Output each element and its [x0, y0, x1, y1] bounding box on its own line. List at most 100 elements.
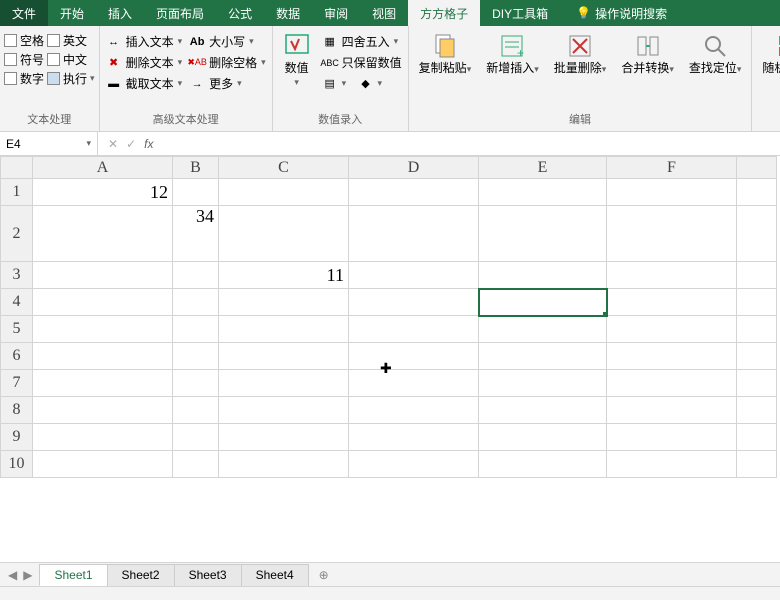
cell-E2[interactable]: [479, 206, 607, 262]
chk-english[interactable]: 英文: [47, 32, 95, 49]
cell-E8[interactable]: [479, 397, 607, 424]
cell-A10[interactable]: [33, 451, 173, 478]
btn-delete-text[interactable]: ✖删除文本▾: [104, 53, 185, 72]
cell-edge-8[interactable]: [737, 397, 777, 424]
tab-view[interactable]: 视图: [360, 0, 408, 26]
tab-review[interactable]: 审阅: [312, 0, 360, 26]
btn-case[interactable]: Ab大小写▾: [187, 32, 268, 51]
btn-misc[interactable]: ▤▾ ◆▾: [320, 74, 404, 92]
cell-E10[interactable]: [479, 451, 607, 478]
btn-insert-text[interactable]: ↔插入文本▾: [104, 32, 185, 51]
cell-C1[interactable]: [219, 179, 349, 206]
sheet-nav-prev-icon[interactable]: ◀: [8, 568, 17, 582]
btn-more[interactable]: →更多▾: [187, 74, 268, 93]
cell-C6[interactable]: [219, 343, 349, 370]
cell-A7[interactable]: [33, 370, 173, 397]
cell-C7[interactable]: [219, 370, 349, 397]
cell-C10[interactable]: [219, 451, 349, 478]
cell-D6[interactable]: [349, 343, 479, 370]
tab-insert[interactable]: 插入: [96, 0, 144, 26]
cell-A4[interactable]: [33, 289, 173, 316]
tab-start[interactable]: 开始: [48, 0, 96, 26]
cell-C5[interactable]: [219, 316, 349, 343]
chk-chinese[interactable]: 中文: [47, 51, 95, 68]
cell-B1[interactable]: [173, 179, 219, 206]
row-header-9[interactable]: 9: [1, 424, 33, 451]
cell-D1[interactable]: [349, 179, 479, 206]
cell-D3[interactable]: [349, 262, 479, 289]
cell-F4[interactable]: [607, 289, 737, 316]
cell-C4[interactable]: [219, 289, 349, 316]
cell-F8[interactable]: [607, 397, 737, 424]
cell-F9[interactable]: [607, 424, 737, 451]
btn-keep-num[interactable]: ABC只保留数值: [320, 53, 404, 72]
btn-batch-del[interactable]: 批量删除▾: [548, 28, 613, 80]
cell-A6[interactable]: [33, 343, 173, 370]
tell-me-search[interactable]: 💡 操作说明搜索: [568, 0, 675, 26]
row-header-7[interactable]: 7: [1, 370, 33, 397]
row-header-4[interactable]: 4: [1, 289, 33, 316]
cell-edge-7[interactable]: [737, 370, 777, 397]
btn-rand-repeat[interactable]: 随机重复▾: [756, 28, 780, 80]
cell-edge-9[interactable]: [737, 424, 777, 451]
cell-edge-5[interactable]: [737, 316, 777, 343]
row-header-8[interactable]: 8: [1, 397, 33, 424]
cancel-formula-icon[interactable]: ✕: [108, 137, 118, 151]
chk-symbol[interactable]: 符号: [4, 51, 44, 68]
cell-E9[interactable]: [479, 424, 607, 451]
cell-B9[interactable]: [173, 424, 219, 451]
btn-merge-conv[interactable]: 合并转换▾: [615, 28, 680, 80]
tab-formula[interactable]: 公式: [216, 0, 264, 26]
cell-E1[interactable]: [479, 179, 607, 206]
tab-fanggezi[interactable]: 方方格子: [408, 0, 480, 26]
cell-D9[interactable]: [349, 424, 479, 451]
accept-formula-icon[interactable]: ✓: [126, 137, 136, 151]
cell-C2[interactable]: [219, 206, 349, 262]
btn-find-pos[interactable]: 查找定位▾: [683, 28, 748, 80]
name-box-dropdown-icon[interactable]: ▾: [86, 138, 91, 149]
cell-A2[interactable]: [33, 206, 173, 262]
cell-D7[interactable]: [349, 370, 479, 397]
cell-D2[interactable]: [349, 206, 479, 262]
cell-D10[interactable]: [349, 451, 479, 478]
sheet-tab-sheet1[interactable]: Sheet1: [39, 564, 107, 586]
cell-E4[interactable]: [479, 289, 607, 316]
chk-execute[interactable]: 执行▾: [47, 70, 95, 87]
cell-F6[interactable]: [607, 343, 737, 370]
cell-B4[interactable]: [173, 289, 219, 316]
sheet-tab-sheet2[interactable]: Sheet2: [107, 564, 175, 586]
sheet-nav-next-icon[interactable]: ▶: [23, 568, 32, 582]
cell-D8[interactable]: [349, 397, 479, 424]
cell-C8[interactable]: [219, 397, 349, 424]
cell-E6[interactable]: [479, 343, 607, 370]
cell-D4[interactable]: [349, 289, 479, 316]
tab-file[interactable]: 文件: [0, 0, 48, 26]
cell-B8[interactable]: [173, 397, 219, 424]
row-header-2[interactable]: 2: [1, 206, 33, 262]
chk-space[interactable]: 空格: [4, 32, 44, 49]
sheet-tab-sheet4[interactable]: Sheet4: [241, 564, 309, 586]
cell-A8[interactable]: [33, 397, 173, 424]
btn-copy-paste[interactable]: 复制粘贴▾: [413, 28, 478, 80]
col-header-A[interactable]: A: [33, 157, 173, 179]
cell-F7[interactable]: [607, 370, 737, 397]
cell-F5[interactable]: [607, 316, 737, 343]
cell-E3[interactable]: [479, 262, 607, 289]
cell-edge-1[interactable]: [737, 179, 777, 206]
row-header-10[interactable]: 10: [1, 451, 33, 478]
tab-diy[interactable]: DIY工具箱: [480, 0, 560, 26]
cell-B6[interactable]: [173, 343, 219, 370]
btn-del-space[interactable]: ✖AB删除空格▾: [187, 53, 268, 72]
cell-C9[interactable]: [219, 424, 349, 451]
cell-edge-3[interactable]: [737, 262, 777, 289]
cell-F10[interactable]: [607, 451, 737, 478]
name-box[interactable]: E4 ▾: [0, 132, 98, 155]
cell-B5[interactable]: [173, 316, 219, 343]
cell-edge-6[interactable]: [737, 343, 777, 370]
cell-D5[interactable]: [349, 316, 479, 343]
col-header-C[interactable]: C: [219, 157, 349, 179]
cell-B3[interactable]: [173, 262, 219, 289]
cell-F1[interactable]: [607, 179, 737, 206]
cell-A1[interactable]: 12: [33, 179, 173, 206]
row-header-6[interactable]: 6: [1, 343, 33, 370]
